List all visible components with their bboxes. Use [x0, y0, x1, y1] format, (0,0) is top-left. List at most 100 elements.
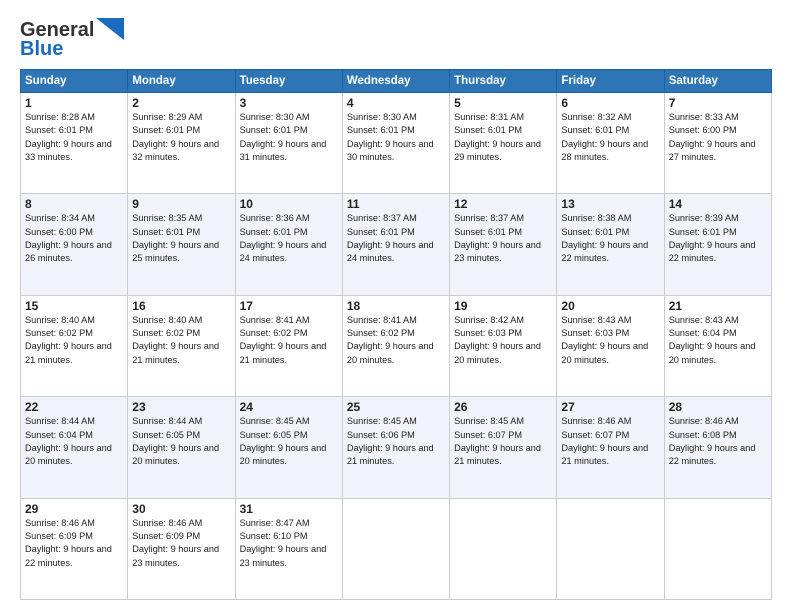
calendar-week-4: 22Sunrise: 8:44 AMSunset: 6:04 PMDayligh… [21, 397, 772, 498]
col-header-tuesday: Tuesday [235, 70, 342, 93]
day-number: 9 [132, 197, 230, 211]
day-info: Sunrise: 8:40 AMSunset: 6:02 PMDaylight:… [25, 314, 123, 367]
day-number: 14 [669, 197, 767, 211]
day-info: Sunrise: 8:46 AMSunset: 6:09 PMDaylight:… [25, 517, 123, 570]
day-info: Sunrise: 8:45 AMSunset: 6:07 PMDaylight:… [454, 415, 552, 468]
logo-icon [96, 18, 124, 40]
day-info: Sunrise: 8:38 AMSunset: 6:01 PMDaylight:… [561, 212, 659, 265]
calendar-cell: 25Sunrise: 8:45 AMSunset: 6:06 PMDayligh… [342, 397, 449, 498]
day-info: Sunrise: 8:30 AMSunset: 6:01 PMDaylight:… [347, 111, 445, 164]
calendar-cell: 2Sunrise: 8:29 AMSunset: 6:01 PMDaylight… [128, 93, 235, 194]
day-info: Sunrise: 8:29 AMSunset: 6:01 PMDaylight:… [132, 111, 230, 164]
calendar-cell [664, 498, 771, 599]
calendar-header-row: SundayMondayTuesdayWednesdayThursdayFrid… [21, 70, 772, 93]
calendar-week-2: 8Sunrise: 8:34 AMSunset: 6:00 PMDaylight… [21, 194, 772, 295]
col-header-thursday: Thursday [450, 70, 557, 93]
day-info: Sunrise: 8:37 AMSunset: 6:01 PMDaylight:… [454, 212, 552, 265]
calendar-cell: 21Sunrise: 8:43 AMSunset: 6:04 PMDayligh… [664, 295, 771, 396]
day-number: 27 [561, 400, 659, 414]
day-number: 20 [561, 299, 659, 313]
calendar-cell [557, 498, 664, 599]
day-info: Sunrise: 8:34 AMSunset: 6:00 PMDaylight:… [25, 212, 123, 265]
day-number: 16 [132, 299, 230, 313]
calendar-cell: 15Sunrise: 8:40 AMSunset: 6:02 PMDayligh… [21, 295, 128, 396]
day-number: 10 [240, 197, 338, 211]
day-number: 24 [240, 400, 338, 414]
day-number: 28 [669, 400, 767, 414]
day-number: 25 [347, 400, 445, 414]
col-header-monday: Monday [128, 70, 235, 93]
calendar-cell: 31Sunrise: 8:47 AMSunset: 6:10 PMDayligh… [235, 498, 342, 599]
day-number: 18 [347, 299, 445, 313]
day-number: 26 [454, 400, 552, 414]
day-number: 2 [132, 96, 230, 110]
calendar-cell: 30Sunrise: 8:46 AMSunset: 6:09 PMDayligh… [128, 498, 235, 599]
calendar-cell: 27Sunrise: 8:46 AMSunset: 6:07 PMDayligh… [557, 397, 664, 498]
day-number: 6 [561, 96, 659, 110]
calendar-table: SundayMondayTuesdayWednesdayThursdayFrid… [20, 69, 772, 600]
day-number: 11 [347, 197, 445, 211]
day-number: 1 [25, 96, 123, 110]
day-info: Sunrise: 8:33 AMSunset: 6:00 PMDaylight:… [669, 111, 767, 164]
calendar-cell: 8Sunrise: 8:34 AMSunset: 6:00 PMDaylight… [21, 194, 128, 295]
calendar-cell: 23Sunrise: 8:44 AMSunset: 6:05 PMDayligh… [128, 397, 235, 498]
day-info: Sunrise: 8:31 AMSunset: 6:01 PMDaylight:… [454, 111, 552, 164]
calendar-cell: 22Sunrise: 8:44 AMSunset: 6:04 PMDayligh… [21, 397, 128, 498]
calendar-cell: 5Sunrise: 8:31 AMSunset: 6:01 PMDaylight… [450, 93, 557, 194]
day-number: 31 [240, 502, 338, 516]
day-info: Sunrise: 8:40 AMSunset: 6:02 PMDaylight:… [132, 314, 230, 367]
day-number: 30 [132, 502, 230, 516]
calendar-cell: 3Sunrise: 8:30 AMSunset: 6:01 PMDaylight… [235, 93, 342, 194]
day-number: 5 [454, 96, 552, 110]
day-info: Sunrise: 8:45 AMSunset: 6:06 PMDaylight:… [347, 415, 445, 468]
col-header-friday: Friday [557, 70, 664, 93]
day-info: Sunrise: 8:30 AMSunset: 6:01 PMDaylight:… [240, 111, 338, 164]
day-number: 8 [25, 197, 123, 211]
calendar-cell: 26Sunrise: 8:45 AMSunset: 6:07 PMDayligh… [450, 397, 557, 498]
calendar-cell: 12Sunrise: 8:37 AMSunset: 6:01 PMDayligh… [450, 194, 557, 295]
calendar-cell: 29Sunrise: 8:46 AMSunset: 6:09 PMDayligh… [21, 498, 128, 599]
day-number: 12 [454, 197, 552, 211]
calendar-cell: 9Sunrise: 8:35 AMSunset: 6:01 PMDaylight… [128, 194, 235, 295]
day-info: Sunrise: 8:28 AMSunset: 6:01 PMDaylight:… [25, 111, 123, 164]
calendar-cell: 4Sunrise: 8:30 AMSunset: 6:01 PMDaylight… [342, 93, 449, 194]
day-info: Sunrise: 8:47 AMSunset: 6:10 PMDaylight:… [240, 517, 338, 570]
day-info: Sunrise: 8:35 AMSunset: 6:01 PMDaylight:… [132, 212, 230, 265]
day-number: 3 [240, 96, 338, 110]
calendar-cell: 11Sunrise: 8:37 AMSunset: 6:01 PMDayligh… [342, 194, 449, 295]
day-info: Sunrise: 8:41 AMSunset: 6:02 PMDaylight:… [240, 314, 338, 367]
calendar-cell: 17Sunrise: 8:41 AMSunset: 6:02 PMDayligh… [235, 295, 342, 396]
calendar-cell: 24Sunrise: 8:45 AMSunset: 6:05 PMDayligh… [235, 397, 342, 498]
calendar-cell: 28Sunrise: 8:46 AMSunset: 6:08 PMDayligh… [664, 397, 771, 498]
page-header: General Blue [20, 18, 772, 61]
day-number: 7 [669, 96, 767, 110]
day-info: Sunrise: 8:44 AMSunset: 6:04 PMDaylight:… [25, 415, 123, 468]
calendar-cell: 1Sunrise: 8:28 AMSunset: 6:01 PMDaylight… [21, 93, 128, 194]
day-info: Sunrise: 8:32 AMSunset: 6:01 PMDaylight:… [561, 111, 659, 164]
day-info: Sunrise: 8:46 AMSunset: 6:07 PMDaylight:… [561, 415, 659, 468]
col-header-saturday: Saturday [664, 70, 771, 93]
day-number: 23 [132, 400, 230, 414]
day-number: 22 [25, 400, 123, 414]
day-number: 17 [240, 299, 338, 313]
calendar-cell [450, 498, 557, 599]
calendar-cell: 14Sunrise: 8:39 AMSunset: 6:01 PMDayligh… [664, 194, 771, 295]
col-header-wednesday: Wednesday [342, 70, 449, 93]
day-info: Sunrise: 8:44 AMSunset: 6:05 PMDaylight:… [132, 415, 230, 468]
day-number: 15 [25, 299, 123, 313]
day-info: Sunrise: 8:37 AMSunset: 6:01 PMDaylight:… [347, 212, 445, 265]
col-header-sunday: Sunday [21, 70, 128, 93]
day-info: Sunrise: 8:41 AMSunset: 6:02 PMDaylight:… [347, 314, 445, 367]
day-number: 29 [25, 502, 123, 516]
calendar-cell: 10Sunrise: 8:36 AMSunset: 6:01 PMDayligh… [235, 194, 342, 295]
day-number: 19 [454, 299, 552, 313]
day-number: 4 [347, 96, 445, 110]
calendar-cell: 6Sunrise: 8:32 AMSunset: 6:01 PMDaylight… [557, 93, 664, 194]
day-number: 13 [561, 197, 659, 211]
calendar-cell: 16Sunrise: 8:40 AMSunset: 6:02 PMDayligh… [128, 295, 235, 396]
day-number: 21 [669, 299, 767, 313]
day-info: Sunrise: 8:42 AMSunset: 6:03 PMDaylight:… [454, 314, 552, 367]
calendar-cell: 13Sunrise: 8:38 AMSunset: 6:01 PMDayligh… [557, 194, 664, 295]
day-info: Sunrise: 8:43 AMSunset: 6:03 PMDaylight:… [561, 314, 659, 367]
calendar-week-1: 1Sunrise: 8:28 AMSunset: 6:01 PMDaylight… [21, 93, 772, 194]
